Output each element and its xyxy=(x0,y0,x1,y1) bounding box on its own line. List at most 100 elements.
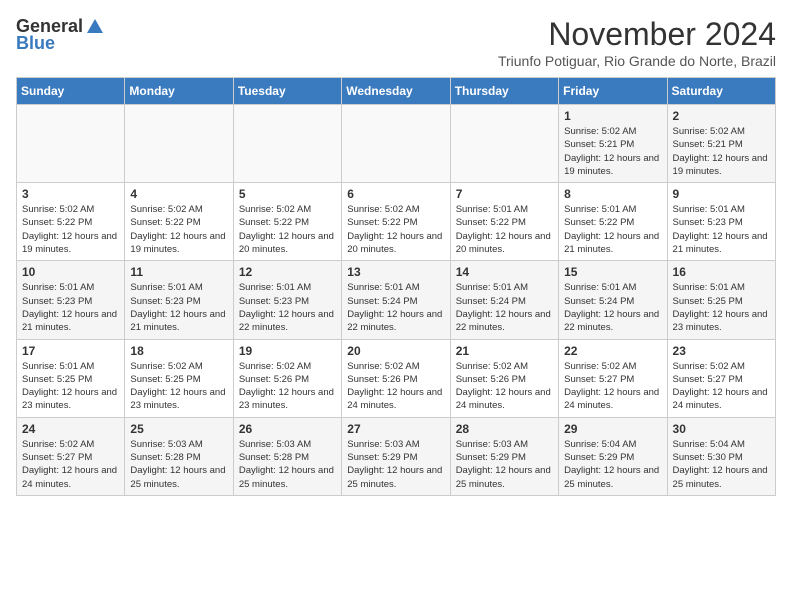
day-of-week-header: Thursday xyxy=(450,78,558,105)
day-info: Sunrise: 5:03 AM Sunset: 5:29 PM Dayligh… xyxy=(456,438,553,491)
calendar-day-cell: 25Sunrise: 5:03 AM Sunset: 5:28 PM Dayli… xyxy=(125,417,233,495)
calendar-day-cell: 5 Sunrise: 5:02 AM Sunset: 5:22 PM Daylig… xyxy=(233,183,341,261)
calendar-day-cell xyxy=(125,105,233,183)
day-number: 22 xyxy=(564,344,661,358)
calendar-day-cell: 22 Sunrise: 5:02 AM Sunset: 5:27 PM Dayli… xyxy=(559,339,667,417)
day-number: 5 xyxy=(239,187,336,201)
day-number: 30 xyxy=(673,422,770,436)
day-number: 25 xyxy=(130,422,227,436)
calendar-day-cell: 17Sunrise: 5:01 AM Sunset: 5:25 PM Dayli… xyxy=(17,339,125,417)
calendar-day-cell xyxy=(233,105,341,183)
day-info: Sunrise: 5:02 AM Sunset: 5:21 PM Dayligh… xyxy=(564,125,661,178)
calendar-day-cell: 24Sunrise: 5:02 AM Sunset: 5:27 PM Dayli… xyxy=(17,417,125,495)
day-info: Sunrise: 5:02 AM Sunset: 5:27 PM Dayligh… xyxy=(673,360,770,413)
calendar-day-cell: 21 Sunrise: 5:02 AM Sunset: 5:26 PM Dayli… xyxy=(450,339,558,417)
day-number: 16 xyxy=(673,265,770,279)
calendar-day-cell: 10Sunrise: 5:01 AM Sunset: 5:23 PM Dayli… xyxy=(17,261,125,339)
calendar-week-row: 1 Sunrise: 5:02 AM Sunset: 5:21 PM Daylig… xyxy=(17,105,776,183)
day-number: 13 xyxy=(347,265,444,279)
day-info: Sunrise: 5:01 AM Sunset: 5:23 PM Dayligh… xyxy=(239,281,336,334)
day-number: 9 xyxy=(673,187,770,201)
day-number: 3 xyxy=(22,187,119,201)
day-number: 27 xyxy=(347,422,444,436)
calendar-day-cell: 13 Sunrise: 5:01 AM Sunset: 5:24 PM Dayli… xyxy=(342,261,450,339)
month-title: November 2024 xyxy=(498,16,776,53)
day-of-week-header: Wednesday xyxy=(342,78,450,105)
day-number: 19 xyxy=(239,344,336,358)
calendar-day-cell: 19 Sunrise: 5:02 AM Sunset: 5:26 PM Dayli… xyxy=(233,339,341,417)
day-number: 15 xyxy=(564,265,661,279)
day-info: Sunrise: 5:02 AM Sunset: 5:26 PM Dayligh… xyxy=(456,360,553,413)
logo-icon xyxy=(85,17,105,37)
calendar-day-cell: 28 Sunrise: 5:03 AM Sunset: 5:29 PM Dayli… xyxy=(450,417,558,495)
day-number: 28 xyxy=(456,422,553,436)
calendar-day-cell xyxy=(450,105,558,183)
calendar-table: SundayMondayTuesdayWednesdayThursdayFrid… xyxy=(16,77,776,496)
day-info: Sunrise: 5:01 AM Sunset: 5:24 PM Dayligh… xyxy=(564,281,661,334)
calendar-day-cell: 30 Sunrise: 5:04 AM Sunset: 5:30 PM Dayli… xyxy=(667,417,775,495)
day-info: Sunrise: 5:02 AM Sunset: 5:22 PM Dayligh… xyxy=(130,203,227,256)
day-info: Sunrise: 5:01 AM Sunset: 5:23 PM Dayligh… xyxy=(22,281,119,334)
location-subtitle: Triunfo Potiguar, Rio Grande do Norte, B… xyxy=(498,53,776,69)
day-number: 7 xyxy=(456,187,553,201)
day-info: Sunrise: 5:02 AM Sunset: 5:26 PM Dayligh… xyxy=(347,360,444,413)
calendar-week-row: 10Sunrise: 5:01 AM Sunset: 5:23 PM Dayli… xyxy=(17,261,776,339)
calendar-day-cell: 15 Sunrise: 5:01 AM Sunset: 5:24 PM Dayli… xyxy=(559,261,667,339)
day-of-week-header: Friday xyxy=(559,78,667,105)
calendar-day-cell: 27 Sunrise: 5:03 AM Sunset: 5:29 PM Dayli… xyxy=(342,417,450,495)
day-info: Sunrise: 5:01 AM Sunset: 5:23 PM Dayligh… xyxy=(130,281,227,334)
calendar-day-cell: 11Sunrise: 5:01 AM Sunset: 5:23 PM Dayli… xyxy=(125,261,233,339)
day-of-week-header: Tuesday xyxy=(233,78,341,105)
day-number: 21 xyxy=(456,344,553,358)
calendar-day-cell: 2 Sunrise: 5:02 AM Sunset: 5:21 PM Daylig… xyxy=(667,105,775,183)
day-number: 2 xyxy=(673,109,770,123)
day-info: Sunrise: 5:02 AM Sunset: 5:26 PM Dayligh… xyxy=(239,360,336,413)
day-number: 14 xyxy=(456,265,553,279)
day-info: Sunrise: 5:01 AM Sunset: 5:23 PM Dayligh… xyxy=(673,203,770,256)
calendar-day-cell xyxy=(17,105,125,183)
calendar-day-cell: 9 Sunrise: 5:01 AM Sunset: 5:23 PM Daylig… xyxy=(667,183,775,261)
calendar-day-cell: 14 Sunrise: 5:01 AM Sunset: 5:24 PM Dayli… xyxy=(450,261,558,339)
day-info: Sunrise: 5:03 AM Sunset: 5:29 PM Dayligh… xyxy=(347,438,444,491)
day-info: Sunrise: 5:01 AM Sunset: 5:25 PM Dayligh… xyxy=(673,281,770,334)
calendar-week-row: 24Sunrise: 5:02 AM Sunset: 5:27 PM Dayli… xyxy=(17,417,776,495)
day-info: Sunrise: 5:02 AM Sunset: 5:22 PM Dayligh… xyxy=(347,203,444,256)
calendar-header-row: SundayMondayTuesdayWednesdayThursdayFrid… xyxy=(17,78,776,105)
day-info: Sunrise: 5:01 AM Sunset: 5:22 PM Dayligh… xyxy=(456,203,553,256)
day-info: Sunrise: 5:04 AM Sunset: 5:30 PM Dayligh… xyxy=(673,438,770,491)
day-info: Sunrise: 5:03 AM Sunset: 5:28 PM Dayligh… xyxy=(239,438,336,491)
calendar-day-cell: 23 Sunrise: 5:02 AM Sunset: 5:27 PM Dayli… xyxy=(667,339,775,417)
calendar-day-cell xyxy=(342,105,450,183)
day-info: Sunrise: 5:01 AM Sunset: 5:24 PM Dayligh… xyxy=(347,281,444,334)
day-number: 18 xyxy=(130,344,227,358)
day-of-week-header: Sunday xyxy=(17,78,125,105)
day-info: Sunrise: 5:01 AM Sunset: 5:24 PM Dayligh… xyxy=(456,281,553,334)
day-number: 1 xyxy=(564,109,661,123)
calendar-day-cell: 18 Sunrise: 5:02 AM Sunset: 5:25 PM Dayli… xyxy=(125,339,233,417)
day-number: 29 xyxy=(564,422,661,436)
logo: General Blue xyxy=(16,16,107,54)
calendar-day-cell: 7 Sunrise: 5:01 AM Sunset: 5:22 PM Daylig… xyxy=(450,183,558,261)
day-info: Sunrise: 5:02 AM Sunset: 5:27 PM Dayligh… xyxy=(564,360,661,413)
page-header: General Blue November 2024 Triunfo Potig… xyxy=(16,16,776,69)
day-number: 4 xyxy=(130,187,227,201)
calendar-week-row: 17Sunrise: 5:01 AM Sunset: 5:25 PM Dayli… xyxy=(17,339,776,417)
calendar-day-cell: 3Sunrise: 5:02 AM Sunset: 5:22 PM Daylig… xyxy=(17,183,125,261)
calendar-day-cell: 4 Sunrise: 5:02 AM Sunset: 5:22 PM Daylig… xyxy=(125,183,233,261)
day-number: 24 xyxy=(22,422,119,436)
calendar-day-cell: 1 Sunrise: 5:02 AM Sunset: 5:21 PM Daylig… xyxy=(559,105,667,183)
day-number: 20 xyxy=(347,344,444,358)
day-number: 23 xyxy=(673,344,770,358)
logo-blue: Blue xyxy=(16,33,55,54)
title-block: November 2024 Triunfo Potiguar, Rio Gran… xyxy=(498,16,776,69)
day-info: Sunrise: 5:02 AM Sunset: 5:21 PM Dayligh… xyxy=(673,125,770,178)
calendar-day-cell: 16 Sunrise: 5:01 AM Sunset: 5:25 PM Dayli… xyxy=(667,261,775,339)
day-info: Sunrise: 5:02 AM Sunset: 5:25 PM Dayligh… xyxy=(130,360,227,413)
day-number: 8 xyxy=(564,187,661,201)
day-number: 17 xyxy=(22,344,119,358)
day-info: Sunrise: 5:01 AM Sunset: 5:22 PM Dayligh… xyxy=(564,203,661,256)
day-info: Sunrise: 5:04 AM Sunset: 5:29 PM Dayligh… xyxy=(564,438,661,491)
day-info: Sunrise: 5:02 AM Sunset: 5:22 PM Dayligh… xyxy=(239,203,336,256)
day-number: 12 xyxy=(239,265,336,279)
calendar-day-cell: 8 Sunrise: 5:01 AM Sunset: 5:22 PM Daylig… xyxy=(559,183,667,261)
